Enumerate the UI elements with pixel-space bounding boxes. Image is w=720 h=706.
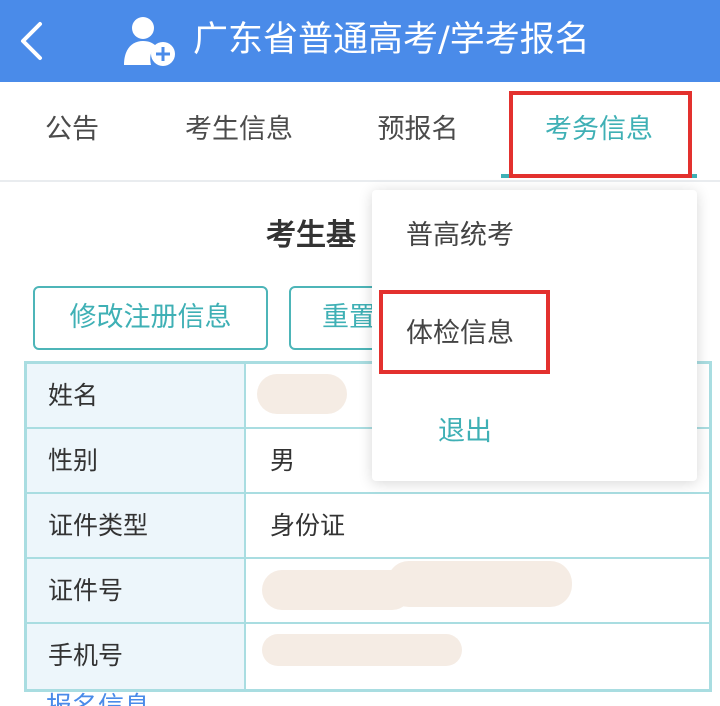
row-label-name: 姓名: [27, 364, 246, 427]
tab-pre-registration[interactable]: 预报名: [370, 82, 466, 180]
app-header: 广东省普通高考/学考报名: [0, 0, 720, 82]
table-row: 手机号: [27, 624, 709, 689]
section-title: 考生基: [266, 218, 356, 253]
row-label-gender: 性别: [27, 429, 246, 492]
tab-bar: 公告 考生信息 预报名 考务信息: [0, 82, 720, 182]
row-label-phone: 手机号: [27, 624, 246, 689]
tab-exam-affairs[interactable]: 考务信息: [520, 82, 678, 180]
menu-item-logout[interactable]: 退出: [438, 410, 492, 454]
row-label-id-type: 证件类型: [27, 494, 246, 557]
edit-registration-button[interactable]: 修改注册信息: [33, 286, 268, 350]
redacted-blur: [257, 374, 347, 414]
row-value-id-type: 身份证: [270, 511, 346, 540]
redacted-blur: [387, 561, 572, 607]
table-row: 证件号: [27, 559, 709, 624]
exam-affairs-dropdown: 普高统考 体检信息 退出: [372, 190, 697, 481]
registration-info-link[interactable]: 报名信息: [46, 692, 150, 706]
row-value-gender: 男: [270, 446, 296, 475]
table-row: 证件类型 身份证: [27, 494, 709, 559]
row-label-id-number: 证件号: [27, 559, 246, 622]
tab-announcement[interactable]: 公告: [26, 82, 118, 180]
menu-item-physical-exam[interactable]: 体检信息: [406, 312, 514, 356]
menu-item-general-exam[interactable]: 普高统考: [406, 214, 514, 258]
active-tab-indicator: [501, 174, 697, 178]
chevron-left-icon[interactable]: [14, 18, 50, 64]
redacted-blur: [262, 634, 462, 666]
app-title: 广东省普通高考/学考报名: [193, 20, 590, 60]
user-add-icon: [124, 17, 175, 66]
tab-candidate-info[interactable]: 考生信息: [178, 82, 300, 180]
